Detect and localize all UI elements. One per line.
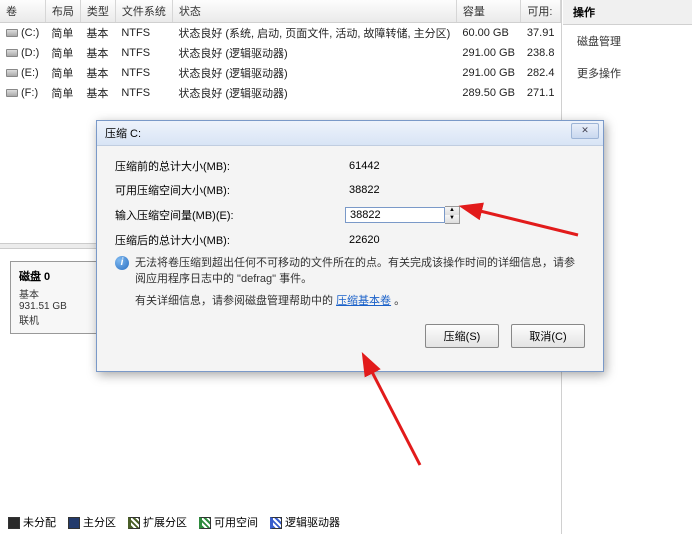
table-row[interactable]: (C:)简单基本NTFS状态良好 (系统, 启动, 页面文件, 活动, 故障转储…: [0, 23, 561, 44]
volume-icon: [6, 29, 18, 37]
volume-table: 卷 布局 类型 文件系统 状态 容量 可用: (C:)简单基本NTFS状态良好 …: [0, 0, 561, 103]
legend-box-primary: [68, 517, 80, 529]
actions-header: 操作: [563, 0, 692, 25]
shrink-button[interactable]: 压缩(S): [425, 324, 499, 348]
volume-icon: [6, 69, 18, 77]
value-total-before: 61442: [345, 159, 445, 173]
legend-free: 可用空间: [214, 517, 258, 529]
value-total-after: 22620: [345, 233, 445, 247]
legend-primary: 主分区: [83, 517, 116, 529]
col-status[interactable]: 状态: [172, 0, 456, 23]
info-text-2-pre: 有关详细信息，请参阅磁盘管理帮助中的: [135, 295, 333, 307]
table-row[interactable]: (D:)简单基本NTFS状态良好 (逻辑驱动器)291.00 GB238.8: [0, 43, 561, 63]
close-button[interactable]: ✕: [571, 123, 599, 139]
legend-box-free: [199, 517, 211, 529]
col-volume[interactable]: 卷: [0, 0, 45, 23]
label-avail: 可用压缩空间大小(MB):: [115, 182, 345, 198]
legend-logical: 逻辑驱动器: [285, 517, 340, 529]
volume-icon: [6, 89, 18, 97]
label-total-after: 压缩后的总计大小(MB):: [115, 232, 345, 248]
volume-icon: [6, 49, 18, 57]
spinner-up[interactable]: ▲: [445, 207, 459, 215]
col-avail[interactable]: 可用:: [521, 0, 561, 23]
shrink-amount-input[interactable]: [345, 207, 445, 223]
label-input-amount: 输入压缩空间量(MB)(E):: [115, 207, 345, 223]
legend-box-logical: [270, 517, 282, 529]
info-text-1: 无法将卷压缩到超出任何不可移动的文件所在的点。有关完成该操作时间的详细信息，请参…: [135, 256, 585, 288]
value-avail: 38822: [345, 183, 445, 197]
table-row[interactable]: (E:)简单基本NTFS状态良好 (逻辑驱动器)291.00 GB282.4: [0, 63, 561, 83]
col-capacity[interactable]: 容量: [456, 0, 521, 23]
legend-box-extended: [128, 517, 140, 529]
legend: 未分配 主分区 扩展分区 可用空间 逻辑驱动器: [8, 514, 340, 530]
col-layout[interactable]: 布局: [45, 0, 80, 23]
cancel-button[interactable]: 取消(C): [511, 324, 585, 348]
spinner: ▲ ▼: [445, 206, 460, 224]
action-more[interactable]: 更多操作: [563, 57, 692, 89]
col-fs[interactable]: 文件系统: [115, 0, 172, 23]
shrink-dialog: 压缩 C: ✕ 压缩前的总计大小(MB): 61442 可用压缩空间大小(MB)…: [96, 120, 604, 372]
info-text-2-suf: 。: [394, 295, 405, 307]
dialog-title: 压缩 C: ✕: [97, 121, 603, 146]
help-link[interactable]: 压缩基本卷: [336, 295, 391, 307]
action-disk-management[interactable]: 磁盘管理: [563, 25, 692, 57]
legend-box-unallocated: [8, 517, 20, 529]
info-icon: i: [115, 256, 129, 270]
legend-extended: 扩展分区: [143, 517, 187, 529]
col-type[interactable]: 类型: [80, 0, 115, 23]
spinner-down[interactable]: ▼: [445, 215, 459, 223]
label-total-before: 压缩前的总计大小(MB):: [115, 158, 345, 174]
dialog-title-text: 压缩 C:: [105, 128, 141, 140]
table-row[interactable]: (F:)简单基本NTFS状态良好 (逻辑驱动器)289.50 GB271.1: [0, 83, 561, 103]
legend-unallocated: 未分配: [23, 517, 56, 529]
